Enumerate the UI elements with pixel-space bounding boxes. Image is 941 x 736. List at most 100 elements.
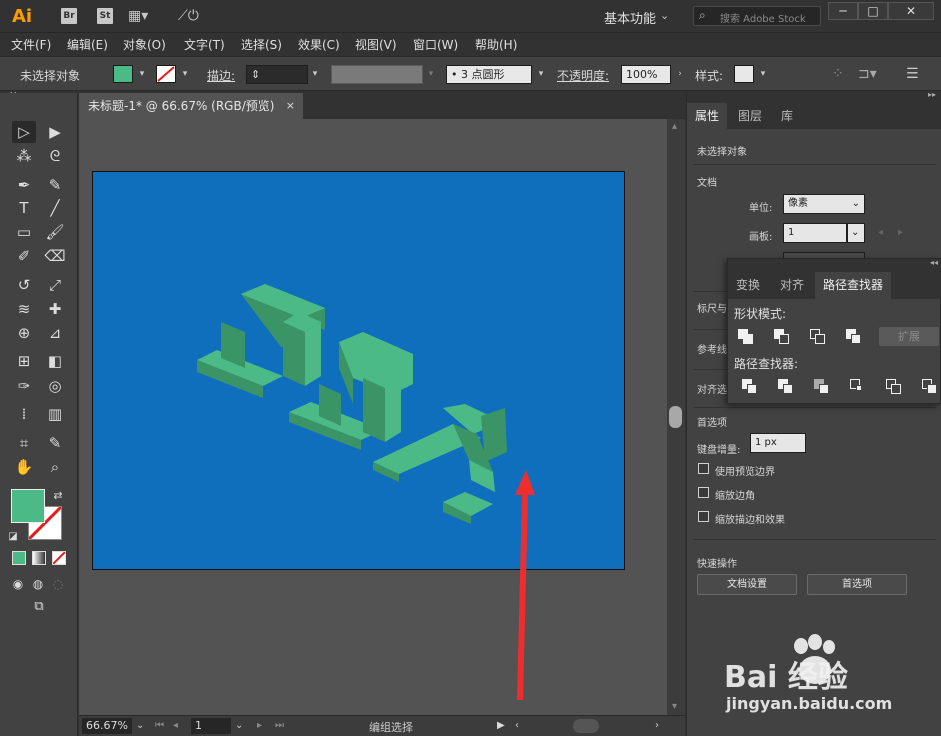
document-tab[interactable]: 未标题-1* @ 66.67% (RGB/预览) × (79, 93, 303, 119)
bridge-button[interactable]: Br (61, 8, 77, 24)
collapse-panel-icon[interactable]: ◂◂ (930, 258, 938, 267)
artboard[interactable] (92, 171, 625, 570)
artboard-number-input[interactable]: 1 (191, 718, 231, 734)
expand-icon[interactable]: ▸▸ (928, 90, 936, 99)
artboard-dropdown-icon[interactable]: ⌄ (235, 718, 243, 734)
opacity-flyout[interactable]: › (673, 65, 687, 83)
transform-icon[interactable]: ⊐▾ (858, 65, 877, 83)
status-menu-icon[interactable]: ▶ (497, 718, 505, 734)
variable-width-profile[interactable] (331, 65, 423, 84)
puppet-warp-tool-icon[interactable]: ✚ (43, 298, 67, 320)
minus-front-icon[interactable] (774, 329, 790, 345)
lasso-tool-icon[interactable]: ᘓ (43, 145, 67, 167)
zoom-input[interactable]: 66.67% (82, 718, 132, 734)
menu-edit[interactable]: 编辑(E) (67, 36, 108, 53)
tab-pathfinder[interactable]: 路径查找器 (815, 272, 892, 299)
screen-mode-icon[interactable]: ⧉ (27, 596, 51, 618)
mesh-tool-icon[interactable]: ⊞ (12, 350, 36, 372)
paintbrush-tool-icon[interactable]: 🖌 (43, 221, 67, 243)
close-window-button[interactable]: ✕ (888, 2, 934, 20)
eyedropper-tool-icon[interactable]: ✑ (12, 375, 36, 397)
menu-select[interactable]: 选择(S) (241, 36, 282, 53)
magic-wand-tool-icon[interactable]: ⁂ (12, 145, 36, 167)
menu-type[interactable]: 文字(T) (184, 36, 225, 53)
menu-help[interactable]: 帮助(H) (475, 36, 517, 53)
unite-icon[interactable] (738, 329, 754, 345)
panel-menu-icon[interactable]: ☰ (906, 65, 919, 83)
gradient-mode-button[interactable] (32, 551, 46, 565)
zoom-tool-icon[interactable]: ⌕ (43, 456, 67, 478)
style-dropdown[interactable]: ▾ (756, 65, 770, 83)
draw-inside-icon[interactable]: ◌ (49, 573, 67, 595)
next-artboard-icon[interactable]: ▸ (257, 718, 262, 734)
workspace-switcher[interactable]: 基本功能 (604, 8, 656, 27)
first-artboard-icon[interactable]: ⏮ (155, 718, 164, 734)
scroll-up-icon[interactable]: ▴ (672, 119, 677, 135)
panel-collapse-strip[interactable]: ▸▸ (687, 90, 941, 103)
warp-tool-icon[interactable]: ≋ (12, 298, 36, 320)
exclude-icon[interactable] (846, 329, 862, 345)
minimize-button[interactable]: ─ (828, 2, 858, 20)
hand-tool-icon[interactable]: ✋ (12, 456, 36, 478)
brush-definition[interactable]: • 3 点圆形 (446, 65, 532, 84)
artboard-dropdown[interactable]: ⌄ (847, 223, 865, 243)
align-to-icon[interactable]: ⁘ (832, 65, 844, 83)
fill-dropdown[interactable]: ▾ (135, 65, 149, 83)
tab-transform[interactable]: 变换 (728, 272, 768, 299)
stroke-weight-dropdown[interactable]: ▾ (308, 65, 322, 83)
scroll-left-icon[interactable]: ‹ (515, 718, 519, 734)
gradient-tool-icon[interactable]: ◧ (43, 350, 67, 372)
chevron-down-icon[interactable]: ⌄ (660, 9, 669, 22)
line-tool-icon[interactable]: ╱ (43, 197, 67, 219)
symbol-sprayer-tool-icon[interactable]: ⁞ (12, 403, 36, 425)
merge-icon[interactable] (814, 379, 830, 395)
stroke-swatch[interactable] (156, 65, 176, 83)
blend-tool-icon[interactable]: ◎ (43, 375, 67, 397)
menu-object[interactable]: 对象(O) (123, 36, 166, 53)
divide-icon[interactable] (742, 379, 758, 395)
stroke-dropdown[interactable]: ▾ (178, 65, 192, 83)
rectangle-tool-icon[interactable]: ▭ (12, 221, 36, 243)
tab-align[interactable]: 对齐 (772, 272, 812, 299)
document-setup-button[interactable]: 文档设置 (697, 574, 797, 595)
intersect-icon[interactable] (810, 329, 826, 345)
eraser-tool-icon[interactable]: ⌫ (43, 245, 67, 267)
scale-tool-icon[interactable]: ⤢ (43, 274, 67, 296)
stock-search-input[interactable]: ⌕ 搜索 Adobe Stock (693, 6, 821, 26)
rotate-tool-icon[interactable]: ↺ (12, 274, 36, 296)
prev-artboard-icon[interactable]: ◂ (173, 718, 178, 734)
curvature-tool-icon[interactable]: ✎ (43, 174, 67, 196)
opacity-input[interactable]: 100% (621, 65, 671, 84)
draw-behind-icon[interactable]: ◍ (29, 573, 47, 595)
arrange-documents-icon[interactable]: ▦▾ (128, 7, 148, 25)
expand-button[interactable]: 扩展 (879, 327, 939, 346)
panel-header[interactable]: ◂◂ (728, 258, 941, 272)
shape-builder-tool-icon[interactable]: ⊕ (12, 322, 36, 344)
fill-color-box[interactable] (11, 489, 45, 523)
tab-layers[interactable]: 图层 (730, 103, 770, 129)
isometric-3d-lettering[interactable] (93, 172, 626, 571)
color-mode-button[interactable] (12, 551, 26, 565)
trim-icon[interactable] (778, 379, 794, 395)
menu-file[interactable]: 文件(F) (11, 36, 51, 53)
artboard-input[interactable]: 1 (783, 223, 847, 243)
menu-window[interactable]: 窗口(W) (413, 36, 458, 53)
scroll-right-icon[interactable]: › (655, 718, 659, 734)
last-artboard-icon[interactable]: ⏭ (275, 718, 284, 734)
draw-normal-icon[interactable]: ◉ (9, 573, 27, 595)
vertical-scrollbar[interactable]: ▴ ▾ (667, 119, 685, 715)
units-select[interactable]: 像素 ⌄ (783, 194, 865, 214)
slice-tool-icon[interactable]: ✎ (43, 432, 67, 454)
minus-back-icon[interactable] (922, 379, 938, 395)
perspective-grid-tool-icon[interactable]: ⊿ (43, 322, 67, 344)
tab-libraries[interactable]: 库 (773, 103, 801, 129)
type-tool-icon[interactable]: T (12, 197, 36, 219)
preferences-button[interactable]: 首选项 (807, 574, 907, 595)
scale-strokes-checkbox[interactable] (698, 511, 709, 522)
horizontal-scroll-thumb[interactable] (573, 719, 599, 733)
direct-selection-tool-icon[interactable]: ▶ (43, 121, 67, 143)
default-colors-icon[interactable]: ◪ (6, 526, 20, 548)
maximize-button[interactable]: □ (858, 2, 888, 20)
shaper-tool-icon[interactable]: ✐ (12, 245, 36, 267)
next-artboard-icon[interactable]: ▸ (898, 227, 903, 238)
